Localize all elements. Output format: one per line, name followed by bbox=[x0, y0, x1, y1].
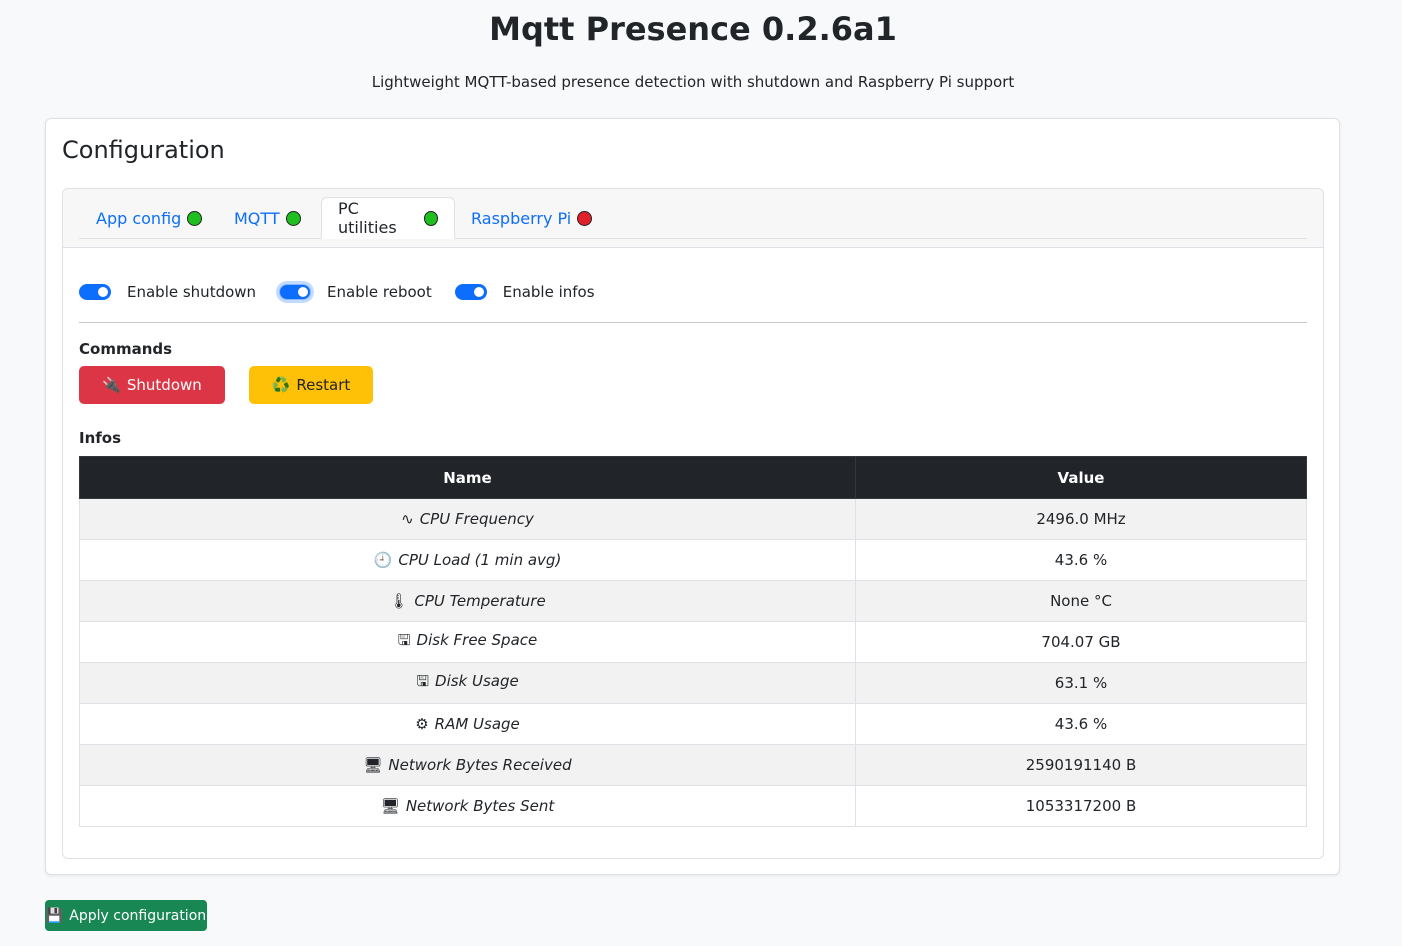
tab-label: Raspberry Pi bbox=[471, 208, 572, 228]
info-value: 1053317200 B bbox=[855, 785, 1307, 827]
toggle-switch-icon[interactable] bbox=[454, 284, 487, 300]
info-name-cell: 🕘 CPU Load (1 min avg) bbox=[79, 539, 856, 581]
monitor-icon: 🖥 bbox=[363, 756, 383, 774]
status-dot-icon bbox=[285, 210, 301, 226]
table-row: 🖫 Disk Usage 63.1 % bbox=[79, 662, 1307, 704]
status-dot-icon bbox=[423, 210, 438, 226]
tab-pc-utilities[interactable]: PC utilities bbox=[321, 197, 455, 239]
info-name: CPU Frequency bbox=[419, 510, 534, 528]
tab-header: App config MQTT PC utilities Raspberry P… bbox=[63, 189, 1323, 248]
restart-button[interactable]: ♻️ Restart bbox=[249, 366, 373, 404]
info-value: 704.07 GB bbox=[855, 621, 1307, 663]
switch-label: Enable infos bbox=[502, 283, 595, 301]
configuration-card: Configuration App config MQTT PC utiliti… bbox=[45, 118, 1340, 875]
plug-icon: 🔌 bbox=[102, 376, 121, 394]
monitor-icon: 🖥 bbox=[380, 797, 400, 815]
table-row: 🖫 Disk Free Space 704.07 GB bbox=[79, 621, 1307, 663]
column-header-name: Name bbox=[79, 456, 856, 499]
info-name-cell: 🖥 Network Bytes Received bbox=[79, 744, 856, 786]
table-row: 🖥 Network Bytes Received 2590191140 B bbox=[79, 744, 1307, 786]
infos-label: Infos bbox=[79, 429, 122, 447]
info-value: 43.6 % bbox=[855, 539, 1307, 581]
divider bbox=[79, 322, 1307, 323]
switch-label: Enable reboot bbox=[327, 283, 432, 301]
shutdown-button[interactable]: 🔌 Shutdown bbox=[79, 366, 225, 404]
info-value: 43.6 % bbox=[855, 703, 1307, 745]
info-name: Network Bytes Sent bbox=[405, 797, 555, 815]
info-value: 63.1 % bbox=[855, 662, 1307, 704]
configuration-heading: Configuration bbox=[62, 136, 225, 164]
app-title: Mqtt Presence 0.2.6a1 bbox=[489, 10, 897, 48]
info-value: 2590191140 B bbox=[855, 744, 1307, 786]
info-name-cell: 🖥 Network Bytes Sent bbox=[79, 785, 856, 827]
tab-label: App config bbox=[96, 208, 182, 228]
info-name: CPU Load (1 min avg) bbox=[398, 551, 562, 569]
floppy-disk-icon: 💾 bbox=[45, 907, 64, 924]
restart-label: Restart bbox=[296, 376, 351, 394]
info-name: Disk Usage bbox=[435, 671, 519, 690]
info-value: None °C bbox=[855, 580, 1307, 622]
tab-mqtt[interactable]: MQTT bbox=[218, 197, 317, 239]
info-name: RAM Usage bbox=[434, 715, 520, 733]
tab-app-config[interactable]: App config bbox=[80, 197, 218, 239]
disk-icon: 🖫 bbox=[397, 630, 411, 649]
table-row: ∿ CPU Frequency 2496.0 MHz bbox=[79, 498, 1307, 540]
table-header-row: Name Value bbox=[79, 456, 1307, 499]
recycle-icon: ♻️ bbox=[271, 376, 291, 394]
enable-shutdown-toggle[interactable]: Enable shutdown bbox=[79, 283, 256, 301]
apply-configuration-button[interactable]: 💾 Apply configuration bbox=[45, 900, 207, 931]
info-value: 2496.0 MHz bbox=[855, 498, 1307, 540]
wave-icon: ∿ bbox=[401, 510, 414, 528]
info-name-cell: ⚙ RAM Usage bbox=[79, 703, 856, 745]
info-name-cell: 🖫 Disk Free Space bbox=[79, 621, 856, 663]
status-dot-icon bbox=[187, 210, 203, 226]
tab-label: PC utilities bbox=[338, 199, 397, 237]
commands-label: Commands bbox=[79, 340, 173, 358]
app-subtitle: Lightweight MQTT-based presence detectio… bbox=[371, 73, 1015, 91]
toggle-switch-icon[interactable] bbox=[79, 284, 111, 300]
enable-reboot-toggle[interactable]: Enable reboot bbox=[279, 283, 432, 301]
column-header-value: Value bbox=[855, 456, 1307, 499]
switch-label: Enable shutdown bbox=[127, 283, 257, 301]
toggle-switch-icon[interactable] bbox=[279, 284, 312, 300]
tab-raspberry-pi[interactable]: Raspberry Pi bbox=[455, 197, 608, 239]
clock-icon: 🕘 bbox=[373, 551, 393, 569]
info-name: Disk Free Space bbox=[416, 630, 538, 649]
chip-icon: ⚙ bbox=[415, 715, 429, 733]
disk-icon: 🖫 bbox=[416, 671, 430, 690]
table-row: 🌡 CPU Temperature None °C bbox=[79, 580, 1307, 622]
info-name: Network Bytes Received bbox=[388, 756, 572, 774]
info-name-cell: 🖫 Disk Usage bbox=[79, 662, 856, 704]
shutdown-label: Shutdown bbox=[126, 376, 202, 394]
infos-table: Name Value ∿ CPU Frequency 2496.0 MHz 🕘 CP… bbox=[79, 456, 1307, 827]
info-name-cell: 🌡 CPU Temperature bbox=[79, 580, 856, 622]
thermometer-icon: 🌡 bbox=[389, 592, 409, 610]
tab-label: MQTT bbox=[234, 208, 280, 228]
table-row: 🕘 CPU Load (1 min avg) 43.6 % bbox=[79, 539, 1307, 581]
table-row: 🖥 Network Bytes Sent 1053317200 B bbox=[79, 785, 1307, 827]
info-name-cell: ∿ CPU Frequency bbox=[79, 498, 856, 540]
info-name: CPU Temperature bbox=[414, 592, 546, 610]
apply-label: Apply configuration bbox=[69, 907, 207, 924]
tabs-panel: App config MQTT PC utilities Raspberry P… bbox=[62, 188, 1324, 859]
enable-infos-toggle[interactable]: Enable infos bbox=[454, 283, 595, 301]
switch-row: Enable shutdown Enable reboot Enable inf… bbox=[79, 281, 618, 303]
table-row: ⚙ RAM Usage 43.6 % bbox=[79, 703, 1307, 745]
status-dot-icon bbox=[577, 210, 593, 226]
